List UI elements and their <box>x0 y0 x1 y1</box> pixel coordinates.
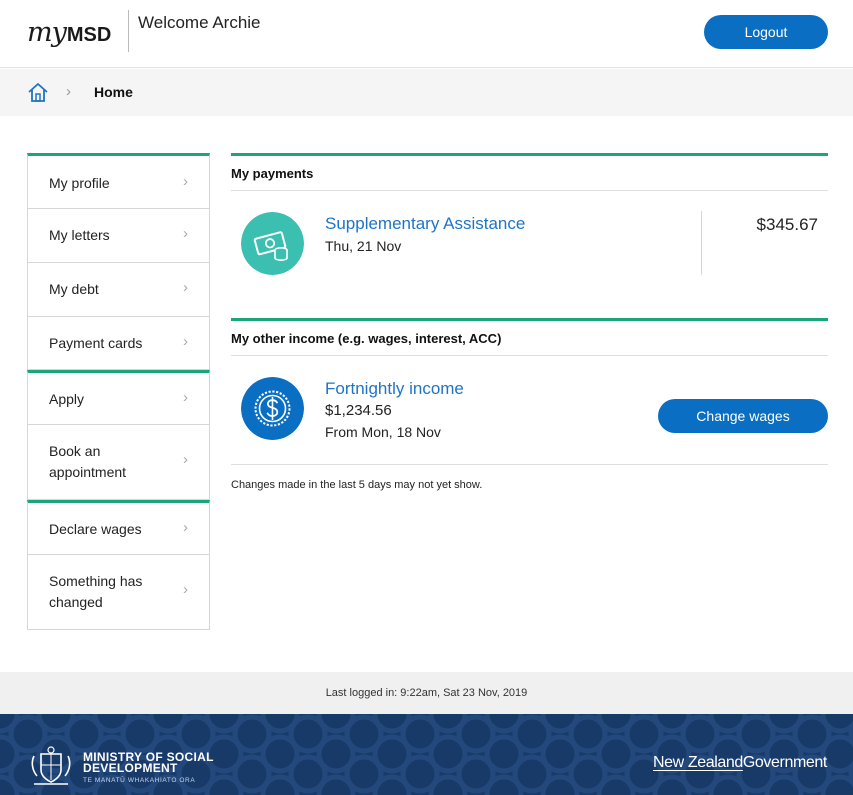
sidebar-item-label: Something has changed <box>49 573 143 610</box>
divider <box>231 190 828 191</box>
payment-date: Thu, 21 Nov <box>325 238 402 254</box>
changes-note: Changes made in the last 5 days may not … <box>231 479 483 491</box>
sidebar-item-label: My debt <box>49 281 99 297</box>
ministry-name[interactable]: MINISTRY OF SOCIAL DEVELOPMENT <box>83 751 214 775</box>
sidebar-item-label: My letters <box>49 227 110 243</box>
chevron-right-icon: › <box>183 581 188 598</box>
chevron-right-icon: › <box>183 519 188 536</box>
vertical-divider <box>701 211 702 275</box>
breadcrumb: › Home <box>0 69 853 116</box>
welcome-message: Welcome Archie <box>138 13 261 32</box>
income-amount: $1,234.56 <box>325 402 392 419</box>
logo-msd-text: MSD <box>66 24 112 46</box>
ministry-name-line2: DEVELOPMENT <box>83 761 178 775</box>
chevron-right-icon: › <box>183 333 188 350</box>
money-coins-icon <box>241 212 304 275</box>
site-footer: MINISTRY OF SOCIAL DEVELOPMENT TE MANATŪ… <box>0 714 853 795</box>
chevron-right-icon: › <box>183 451 188 468</box>
divider <box>231 464 828 465</box>
payment-amount: $345.67 <box>756 215 818 234</box>
sidebar-item-label: Payment cards <box>49 335 143 351</box>
nzgov-part1: New Zealand <box>653 754 743 771</box>
coat-of-arms-icon[interactable] <box>28 744 74 788</box>
last-logged-in-bar: Last logged in: 9:22am, Sat 23 Nov, 2019 <box>0 672 853 714</box>
nz-government-logo[interactable]: New ZealandGovernment <box>653 754 827 772</box>
payments-heading: My payments <box>231 166 314 181</box>
breadcrumb-current: Home <box>94 84 133 100</box>
last-logged-in-text: Last logged in: 9:22am, Sat 23 Nov, 2019 <box>325 687 528 699</box>
other-income-heading: My other income (e.g. wages, interest, A… <box>231 331 502 346</box>
payments-section-rule <box>231 153 828 156</box>
chevron-right-icon: › <box>66 83 71 100</box>
header-divider <box>128 10 129 52</box>
sidebar-item-something-changed[interactable]: Something has changed › <box>27 555 210 630</box>
sidebar-item-my-profile[interactable]: My profile › <box>27 153 210 209</box>
sidebar-item-apply[interactable]: Apply › <box>27 370 210 425</box>
sidebar-item-payment-cards[interactable]: Payment cards › <box>27 317 210 370</box>
dollar-coin-icon <box>241 377 304 440</box>
divider <box>231 355 828 356</box>
chevron-right-icon: › <box>183 389 188 406</box>
mymsd-logo[interactable]: my MSD <box>27 17 111 51</box>
sidebar-item-my-letters[interactable]: My letters › <box>27 209 210 263</box>
chevron-right-icon: › <box>183 173 188 190</box>
site-header: my MSD Welcome Archie Logout <box>0 0 853 68</box>
logo-my-text: my <box>27 17 67 48</box>
sidebar-item-label: My profile <box>49 175 110 191</box>
chevron-right-icon: › <box>183 225 188 242</box>
nzgov-part2: Government <box>742 754 827 771</box>
income-from-date: From Mon, 18 Nov <box>325 424 441 440</box>
home-icon[interactable] <box>27 81 49 103</box>
income-name-link[interactable]: Fortnightly income <box>325 379 464 399</box>
change-wages-button[interactable]: Change wages <box>658 399 828 433</box>
sidebar-item-label: Declare wages <box>49 521 142 537</box>
chevron-right-icon: › <box>183 279 188 296</box>
sidebar-item-label: Book an appointment <box>49 443 127 480</box>
sidebar-nav: My profile › My letters › My debt › Paym… <box>27 153 210 630</box>
logout-button[interactable]: Logout <box>704 15 828 49</box>
payment-name-link[interactable]: Supplementary Assistance <box>325 214 525 234</box>
sidebar-item-label: Apply <box>49 391 85 407</box>
sidebar-item-book-appointment[interactable]: Book an appointment › <box>27 425 210 500</box>
ministry-maori-name: TE MANATŪ WHAKAHIATO ORA <box>83 777 196 784</box>
income-section-rule <box>231 318 828 321</box>
sidebar-item-my-debt[interactable]: My debt › <box>27 263 210 317</box>
sidebar-item-declare-wages[interactable]: Declare wages › <box>27 500 210 555</box>
